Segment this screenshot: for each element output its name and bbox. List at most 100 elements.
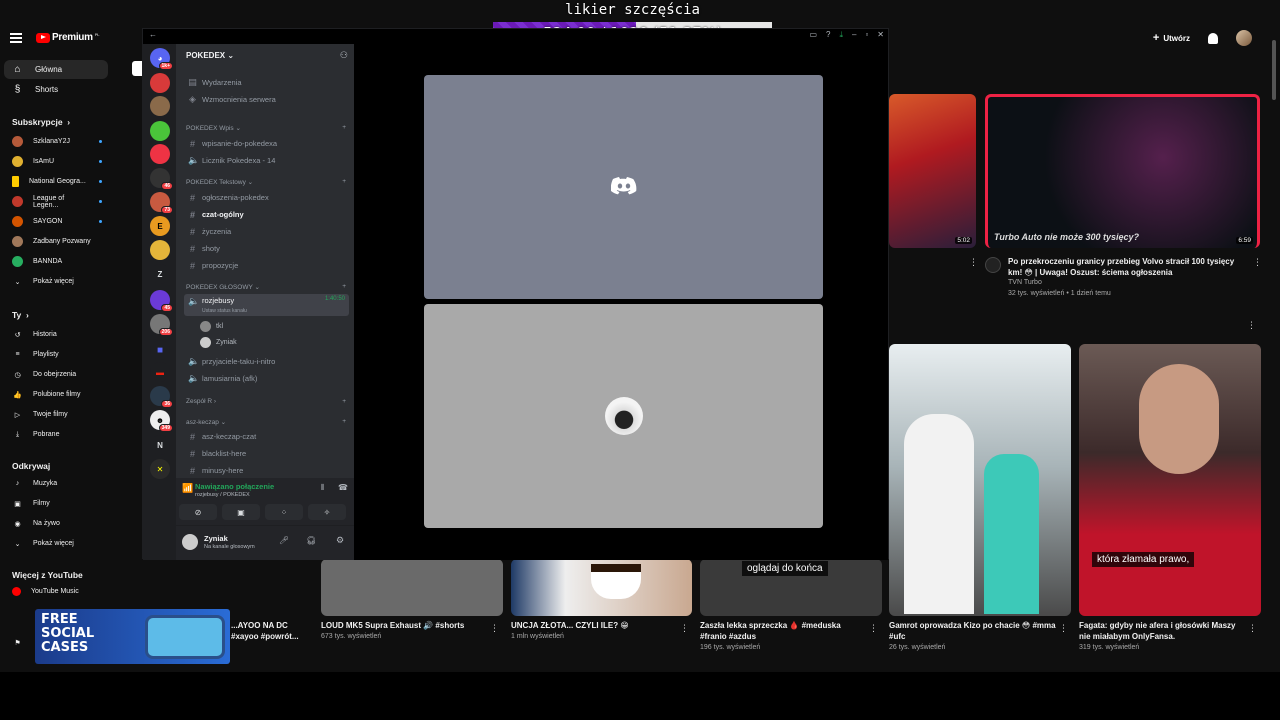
participant-tile-tkl[interactable]: [424, 75, 823, 299]
voice-channel-item[interactable]: 🔈 lamusiarnia (afk): [184, 371, 349, 386]
channel-item[interactable]: # blacklist-here: [184, 446, 349, 461]
short-title[interactable]: ...AYOO NA DC #xayoo #powrót...: [231, 620, 303, 642]
video-title[interactable]: Po przekroczeniu granicy przebieg Volvo …: [1008, 256, 1243, 278]
server-icon[interactable]: 73: [150, 192, 173, 214]
short-title[interactable]: UNCJA ZŁOTA... CZYLI ILE? 😁: [511, 620, 676, 631]
explore-item-music[interactable]: ♪ Muzyka: [12, 474, 112, 493]
show-more-subscriptions[interactable]: ⌄ Pokaż więcej: [12, 272, 112, 291]
events-item[interactable]: ▤ Wydarzenia: [184, 75, 349, 90]
channel-item[interactable]: # minusy-here: [184, 463, 349, 478]
notifications-bell-icon[interactable]: [1208, 32, 1218, 44]
search-box-edge[interactable]: [132, 61, 142, 76]
server-icon[interactable]: [150, 73, 170, 93]
short-menu-icon[interactable]: ⋮: [869, 623, 878, 634]
minimize-icon[interactable]: –: [852, 30, 856, 40]
you-item-your-videos[interactable]: ▷ Twoje filmy: [12, 405, 112, 424]
download-update-icon[interactable]: ⤓: [839, 30, 843, 40]
nav-home[interactable]: ⌂ Główna: [4, 60, 108, 79]
you-item-downloads[interactable]: ⤓ Pobrane: [12, 425, 112, 444]
add-channel-icon[interactable]: +: [342, 398, 346, 405]
free-social-cases-promo[interactable]: FREE SOCIAL CASES: [35, 609, 230, 664]
page-scrollbar[interactable]: [1272, 40, 1276, 100]
short-thumbnail[interactable]: oglądaj do końca: [700, 559, 882, 616]
video-channel[interactable]: TVN Turbo: [1008, 279, 1042, 286]
channel-item[interactable]: # asz-keczap-czat: [184, 429, 349, 444]
channel-status-hint[interactable]: Ustaw status kanału: [202, 308, 247, 314]
inbox-icon[interactable]: ▭: [809, 30, 817, 40]
short-thumbnail[interactable]: [889, 344, 1071, 616]
short-menu-icon[interactable]: ⋮: [1248, 623, 1257, 634]
channel-item[interactable]: # życzenia: [184, 224, 349, 239]
activities-button[interactable]: ⁘: [265, 504, 303, 520]
server-icon[interactable]: Z: [150, 264, 170, 284]
channel-item[interactable]: # wpisanie-do-pokedexa: [184, 136, 349, 151]
noise-suppression-icon[interactable]: ⫴: [321, 483, 324, 493]
short-menu-icon[interactable]: ⋮: [1059, 623, 1068, 634]
you-item-watch-later[interactable]: ◷ Do obejrzenia: [12, 365, 112, 384]
subscriptions-heading[interactable]: Subskrypcje ›: [12, 117, 70, 127]
category-header[interactable]: POKEDEX GŁOSOWY ⌄ +: [186, 283, 346, 291]
server-icon[interactable]: ▬: [150, 362, 170, 382]
connection-location[interactable]: rozjebusy / POKEDEX: [195, 492, 250, 498]
server-icon[interactable]: ☻ 349: [150, 410, 173, 432]
voice-channel-item[interactable]: 🔈 przyjaciele-taku-i-nitro: [184, 354, 349, 369]
server-icon[interactable]: [150, 121, 170, 141]
category-header[interactable]: POKEDEX Tekstowy ⌄ +: [186, 178, 346, 186]
boosts-item[interactable]: ◈ Wzmocnienia serwera: [184, 92, 349, 107]
category-header[interactable]: Zespół R › +: [186, 398, 346, 405]
user-name[interactable]: Zyniak: [204, 534, 228, 543]
explore-show-more[interactable]: ⌄ Pokaż więcej: [12, 534, 112, 553]
add-channel-icon[interactable]: +: [342, 418, 346, 426]
help-icon[interactable]: ?: [826, 30, 830, 40]
settings-gear-icon[interactable]: ⚙: [336, 535, 344, 546]
invite-people-icon[interactable]: ⚇: [340, 50, 348, 61]
create-button[interactable]: + Utwórz: [1153, 32, 1190, 44]
server-icon[interactable]: 45: [150, 290, 173, 312]
soundboard-button[interactable]: ✧: [308, 504, 346, 520]
short-title[interactable]: Gamrot oprowadza Kizo po chacie 😳 #mma #…: [889, 620, 1057, 642]
server-icon[interactable]: E: [150, 216, 170, 236]
participant-tile-zyniak[interactable]: [424, 304, 823, 528]
voice-channel-item[interactable]: 🔈 Licznik Pokedexa - 14: [184, 153, 349, 168]
subscription-item[interactable]: Zadbany Pozwany: [12, 232, 112, 251]
subscription-item[interactable]: BANNDA: [12, 252, 112, 271]
back-arrow-icon[interactable]: ←: [149, 30, 157, 39]
folder-icon[interactable]: ■: [150, 340, 170, 360]
shelf-menu-icon[interactable]: ⋮: [1247, 320, 1256, 331]
category-header[interactable]: POKEDEX Wpis ⌄ +: [186, 124, 346, 132]
short-title[interactable]: Fagata: gdyby nie afera i głosówki Maszy…: [1079, 620, 1244, 642]
channel-item[interactable]: # czat-ogólny: [184, 207, 349, 222]
short-menu-icon[interactable]: ⋮: [490, 623, 499, 634]
you-heading[interactable]: Ty ›: [12, 310, 29, 320]
server-icon[interactable]: [150, 144, 170, 164]
video-thumbnail[interactable]: Turbo Auto nie może 300 tysięcy? 6:59: [985, 94, 1260, 248]
server-icon[interactable]: [150, 96, 170, 116]
server-icon[interactable]: ✕: [150, 459, 170, 479]
server-icon[interactable]: N: [150, 435, 170, 455]
subscription-item[interactable]: SAYGON: [12, 212, 112, 231]
subscription-item[interactable]: National Geogra...: [12, 172, 112, 191]
short-menu-icon[interactable]: ⋮: [680, 623, 689, 634]
add-channel-icon[interactable]: +: [342, 283, 346, 291]
video-menu-icon[interactable]: ⋮: [1253, 257, 1262, 268]
channel-avatar[interactable]: [985, 257, 1001, 273]
video-menu-icon[interactable]: ⋮: [969, 257, 978, 268]
add-channel-icon[interactable]: +: [342, 124, 346, 132]
explore-item-live[interactable]: ◉ Na żywo: [12, 514, 112, 533]
direct-messages-icon[interactable]: ◕ 1k+: [150, 48, 173, 70]
channel-item[interactable]: # propozycje: [184, 258, 349, 273]
you-item-history[interactable]: ↺ Historia: [12, 325, 112, 344]
camera-off-button[interactable]: ⊘: [179, 504, 217, 520]
screen-share-button[interactable]: ▣: [222, 504, 260, 520]
disconnect-icon[interactable]: ☎: [338, 483, 348, 492]
microphone-icon[interactable]: 🎤︎: [279, 536, 289, 545]
subscription-item[interactable]: SzklanaY2J: [12, 132, 112, 151]
channel-item[interactable]: # shoty: [184, 241, 349, 256]
more-item-yt-music[interactable]: YouTube Music: [12, 582, 112, 601]
short-thumbnail[interactable]: [321, 559, 503, 616]
explore-item-films[interactable]: ▣ Filmy: [12, 494, 112, 513]
you-item-liked[interactable]: 👍 Polubione filmy: [12, 385, 112, 404]
add-channel-icon[interactable]: +: [342, 178, 346, 186]
user-avatar[interactable]: [182, 534, 198, 550]
short-thumbnail[interactable]: [511, 559, 692, 616]
